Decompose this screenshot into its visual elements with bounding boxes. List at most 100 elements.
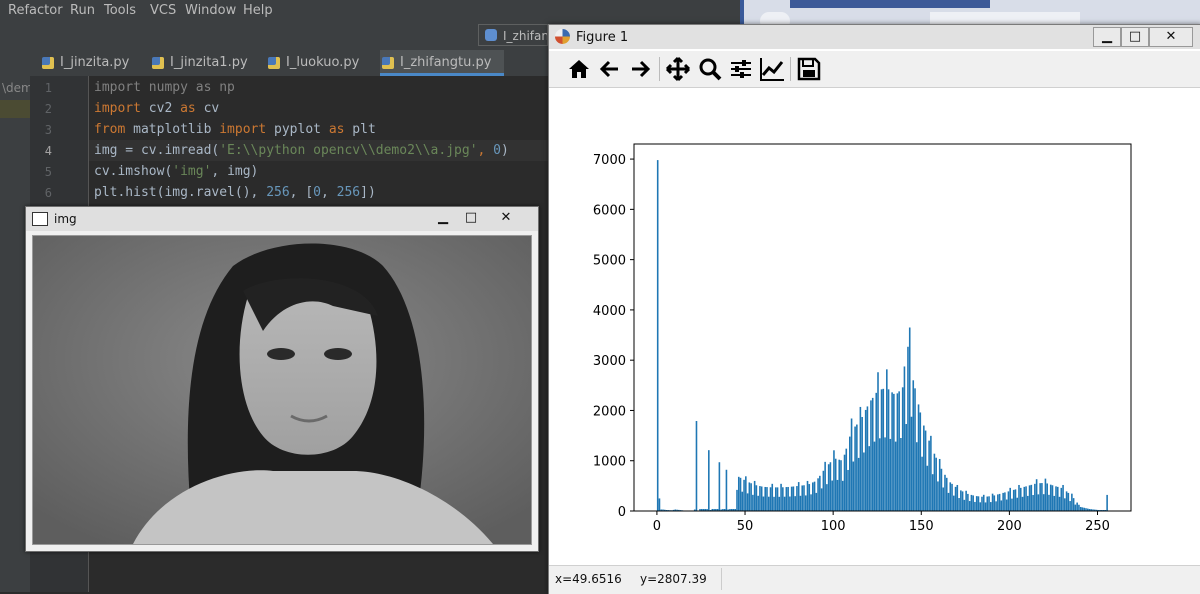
grayscale-photo bbox=[32, 235, 532, 545]
histogram-bar bbox=[827, 464, 830, 511]
menu-window[interactable]: Window bbox=[185, 3, 236, 18]
figure-statusbar: x=49.6516 y=2807.39 bbox=[549, 565, 1200, 594]
zoom-icon[interactable] bbox=[696, 55, 724, 83]
maximize-button[interactable]: □ bbox=[458, 209, 484, 227]
histogram-bar bbox=[917, 404, 920, 511]
histogram-bar bbox=[977, 496, 980, 511]
histogram-bar bbox=[930, 435, 932, 511]
keyword: import bbox=[94, 101, 141, 116]
histogram-bar bbox=[755, 485, 758, 511]
histogram-bar bbox=[1030, 484, 1033, 511]
img-window-titlebar[interactable]: img ▁ □ ✕ bbox=[26, 207, 538, 231]
histogram-bar bbox=[743, 479, 745, 511]
histogram-bar bbox=[845, 448, 848, 511]
run-config-label: I_zhifan bbox=[503, 29, 548, 43]
histogram-bar bbox=[905, 424, 907, 511]
code-line-3: from matplotlib import pyplot as plt bbox=[94, 122, 376, 137]
histogram-bar bbox=[1039, 483, 1041, 511]
tab-i-zhifangtu[interactable]: I_zhifangtu.py bbox=[380, 50, 504, 76]
close-button[interactable]: ✕ bbox=[1149, 27, 1193, 47]
figure-titlebar[interactable]: Figure 1 ▁ □ ✕ bbox=[549, 25, 1200, 49]
histogram-bar bbox=[656, 160, 659, 511]
edit-curves-icon[interactable] bbox=[758, 55, 786, 83]
project-selected-row bbox=[0, 100, 30, 118]
code-lines[interactable]: import numpy as np import cv2 as cv from… bbox=[89, 76, 549, 216]
histogram-bar bbox=[871, 397, 874, 511]
histogram-bar bbox=[868, 446, 870, 511]
code-text: plt bbox=[344, 122, 376, 137]
histogram-bar bbox=[803, 485, 805, 511]
histogram-bar bbox=[870, 400, 872, 511]
histogram-bar bbox=[981, 496, 983, 511]
histogram-bar bbox=[785, 487, 788, 511]
histogram-bar bbox=[1051, 485, 1054, 511]
x-tick-label: 0 bbox=[653, 519, 661, 534]
histogram-bar bbox=[831, 480, 833, 511]
histogram-bar bbox=[737, 476, 740, 511]
x-tick-label: 200 bbox=[997, 519, 1022, 534]
python-file-icon bbox=[42, 57, 54, 69]
run-config-selector[interactable]: I_zhifan bbox=[478, 24, 548, 46]
histogram-bar bbox=[850, 418, 853, 511]
menu-help[interactable]: Help bbox=[243, 3, 273, 18]
minimize-button[interactable]: ▁ bbox=[1093, 27, 1121, 47]
code-line-1: import numpy as np bbox=[94, 80, 235, 95]
project-path: \dem bbox=[2, 81, 33, 95]
histogram-bar bbox=[960, 490, 962, 511]
home-icon[interactable] bbox=[565, 55, 593, 83]
histogram-bar bbox=[782, 487, 784, 511]
tab-i-jinzita[interactable]: I_jinzita.py bbox=[40, 50, 148, 76]
figure-window: Figure 1 ▁ □ ✕ 0 50 100 150 200 250 0 10… bbox=[548, 24, 1200, 594]
histogram-bar bbox=[841, 480, 844, 511]
menu-tools[interactable]: Tools bbox=[104, 3, 136, 18]
keyword: as bbox=[180, 101, 196, 116]
histogram-bar bbox=[1064, 498, 1066, 511]
maximize-button[interactable]: □ bbox=[1121, 27, 1149, 47]
histogram-bar bbox=[880, 389, 883, 511]
y-axis-ticks: 0 1000 2000 3000 4000 5000 6000 7000 bbox=[593, 153, 634, 520]
histogram-bar bbox=[995, 501, 997, 511]
histogram-bar bbox=[894, 441, 897, 511]
histogram-bars bbox=[656, 160, 1108, 511]
string-literal: 'img' bbox=[172, 164, 212, 179]
histogram-bar bbox=[745, 476, 747, 511]
histogram-bar bbox=[1012, 489, 1015, 511]
menu-run[interactable]: Run bbox=[70, 3, 95, 18]
forward-arrow-icon[interactable] bbox=[626, 55, 654, 83]
histogram-bar bbox=[822, 470, 825, 511]
code-text: , img) bbox=[211, 164, 259, 179]
save-icon[interactable] bbox=[795, 55, 823, 83]
tab-i-jinzita1[interactable]: I_jinzita1.py bbox=[150, 50, 262, 76]
histogram-bar bbox=[1067, 492, 1070, 511]
x-axis-ticks: 0 50 100 150 200 250 bbox=[653, 511, 1110, 534]
toolbar-separator bbox=[659, 57, 660, 81]
histogram-bar bbox=[780, 483, 782, 511]
subplots-icon[interactable] bbox=[727, 55, 755, 83]
status-x-coordinate: x=49.6516 bbox=[555, 572, 622, 586]
pan-icon[interactable] bbox=[664, 55, 692, 83]
histogram-bar bbox=[1055, 486, 1057, 511]
histogram-bar bbox=[1007, 491, 1010, 511]
code-text: plt.hist(img.ravel(), bbox=[94, 185, 267, 200]
histogram-bar bbox=[937, 481, 939, 511]
histogram-bar bbox=[893, 393, 895, 511]
menu-refactor[interactable]: Refactor bbox=[8, 3, 63, 18]
histogram-bar bbox=[799, 495, 802, 511]
histogram-bar bbox=[997, 494, 999, 511]
histogram-bar bbox=[968, 501, 971, 511]
histogram-bar bbox=[928, 440, 930, 511]
code-text: pyplot bbox=[266, 122, 329, 137]
histogram-bar bbox=[915, 442, 918, 511]
histogram-bar bbox=[863, 452, 865, 511]
y-tick-label: 4000 bbox=[593, 304, 626, 319]
minimize-button[interactable]: ▁ bbox=[430, 209, 456, 227]
histogram-bar bbox=[875, 392, 878, 511]
histogram-bar bbox=[759, 486, 761, 511]
histogram-bar bbox=[947, 492, 950, 511]
close-button[interactable]: ✕ bbox=[486, 209, 526, 227]
back-arrow-icon[interactable] bbox=[596, 55, 624, 83]
y-tick-label: 5000 bbox=[593, 254, 626, 269]
histogram-bar bbox=[965, 490, 967, 511]
tab-i-luokuo[interactable]: I_luokuo.py bbox=[266, 50, 372, 76]
menu-vcs[interactable]: VCS bbox=[150, 3, 176, 18]
